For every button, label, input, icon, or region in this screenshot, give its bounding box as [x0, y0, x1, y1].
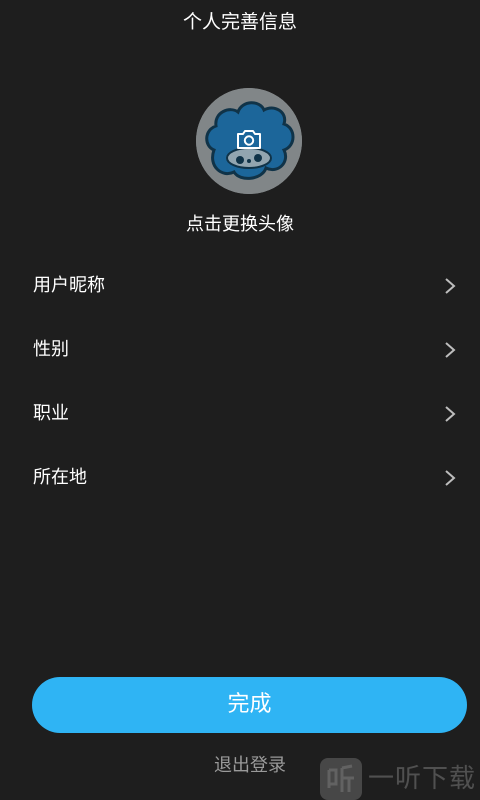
- row-nickname[interactable]: 用户昵称: [0, 254, 480, 318]
- page-title: 个人完善信息: [182, 11, 297, 33]
- row-label: 所在地: [33, 467, 87, 488]
- watermark-text: 一听下载: [368, 764, 477, 794]
- row-location[interactable]: 所在地: [0, 446, 480, 510]
- info-list: 用户昵称 性别 职业 所在地: [0, 254, 480, 510]
- chevron-right-icon: [445, 278, 456, 294]
- chevron-right-icon: [445, 342, 456, 358]
- avatar-button[interactable]: [196, 88, 302, 194]
- chevron-right-icon: [445, 406, 456, 422]
- camera-icon: [237, 130, 261, 149]
- watermark: 一听下载: [320, 758, 480, 800]
- row-occupation[interactable]: 职业: [0, 382, 480, 446]
- watermark-logo-icon: [320, 758, 362, 800]
- row-gender[interactable]: 性别: [0, 318, 480, 382]
- row-label: 性别: [33, 339, 69, 360]
- row-label: 用户昵称: [33, 275, 105, 296]
- chevron-right-icon: [445, 470, 456, 486]
- change-avatar-label[interactable]: 点击更换头像: [0, 211, 480, 239]
- profile-completion-screen: 个人完善信息 点击更换头像 用户昵称 性别 职业 所在地 完成 退出登录 一听下…: [0, 0, 480, 800]
- row-label: 职业: [33, 403, 69, 424]
- done-button[interactable]: 完成: [32, 677, 467, 733]
